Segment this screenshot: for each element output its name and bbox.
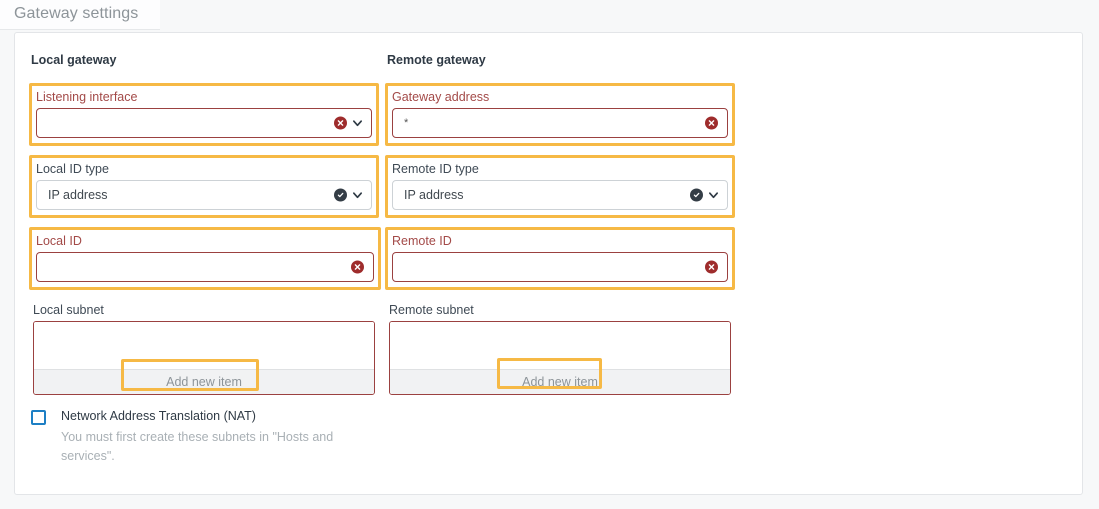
input-listening-interface[interactable]	[36, 108, 372, 138]
remote-gateway-heading: Remote gateway	[387, 53, 486, 67]
input-local-id[interactable]	[36, 252, 374, 282]
label-remote-id: Remote ID	[392, 234, 452, 248]
highlight-local-id: Local ID	[29, 227, 381, 290]
remote-subnet-items	[390, 322, 730, 369]
field-gateway-address: Gateway address *	[392, 89, 728, 138]
label-remote-subnet: Remote subnet	[389, 303, 474, 317]
nat-help-text: You must first create these subnets in "…	[61, 430, 334, 463]
field-remote-id: Remote ID	[392, 233, 728, 282]
highlight-remote-id: Remote ID	[385, 227, 735, 290]
value-gateway-address: *	[404, 116, 409, 129]
select-remote-id-type[interactable]: IP address	[392, 180, 728, 210]
label-remote-id-type: Remote ID type	[392, 162, 479, 176]
chevron-down-icon[interactable]	[708, 190, 719, 201]
nat-row: Network Address Translation (NAT) You mu…	[31, 408, 371, 466]
field-remote-id-type: Remote ID type IP address	[392, 161, 728, 210]
chevron-down-icon[interactable]	[352, 190, 363, 201]
settings-card: Local gateway Listening interface Local …	[14, 32, 1083, 495]
check-circle-icon	[690, 188, 703, 202]
nat-label: Network Address Translation (NAT)	[61, 409, 256, 423]
error-circle-icon	[705, 116, 718, 130]
error-circle-icon	[334, 116, 347, 130]
error-circle-icon	[705, 260, 718, 274]
chevron-down-icon[interactable]	[352, 118, 363, 129]
field-listening-interface: Listening interface	[36, 89, 372, 138]
gateway-settings-page: Gateway settings Local gateway Listening…	[0, 0, 1099, 509]
check-circle-icon	[334, 188, 347, 202]
error-circle-icon	[351, 260, 364, 274]
label-listening-interface: Listening interface	[36, 90, 138, 104]
highlight-listening-interface: Listening interface	[29, 83, 379, 146]
remote-gateway-column: Remote gateway Gateway address * Remote …	[385, 53, 735, 409]
label-local-subnet: Local subnet	[33, 303, 104, 317]
local-subnet-add-new-item-button[interactable]: Add new item	[34, 369, 374, 394]
field-local-id-type: Local ID type IP address	[36, 161, 372, 210]
nat-checkbox[interactable]	[31, 410, 46, 425]
highlight-gateway-address: Gateway address *	[385, 83, 735, 146]
remote-subnet-list: Add new item	[389, 321, 731, 395]
label-local-id-type: Local ID type	[36, 162, 109, 176]
value-remote-id-type: IP address	[404, 187, 464, 202]
value-local-id-type: IP address	[48, 187, 108, 202]
input-remote-id[interactable]	[392, 252, 728, 282]
page-title: Gateway settings	[14, 5, 139, 22]
highlight-remote-id-type: Remote ID type IP address	[385, 155, 735, 218]
local-subnet-items	[34, 322, 374, 369]
field-remote-subnet: Remote subnet Add new item	[385, 299, 735, 400]
highlight-local-id-type: Local ID type IP address	[29, 155, 379, 218]
local-subnet-list: Add new item	[33, 321, 375, 395]
field-local-id: Local ID	[36, 233, 374, 282]
label-gateway-address: Gateway address	[392, 90, 490, 104]
remote-subnet-add-new-item-button[interactable]: Add new item	[390, 369, 730, 394]
local-gateway-column: Local gateway Listening interface Local …	[29, 53, 381, 409]
input-gateway-address[interactable]: *	[392, 108, 728, 138]
field-local-subnet: Local subnet Add new item	[29, 299, 379, 400]
label-local-id: Local ID	[36, 234, 82, 248]
select-local-id-type[interactable]: IP address	[36, 180, 372, 210]
local-gateway-heading: Local gateway	[31, 53, 117, 67]
nat-texts: Network Address Translation (NAT) You mu…	[61, 408, 339, 466]
